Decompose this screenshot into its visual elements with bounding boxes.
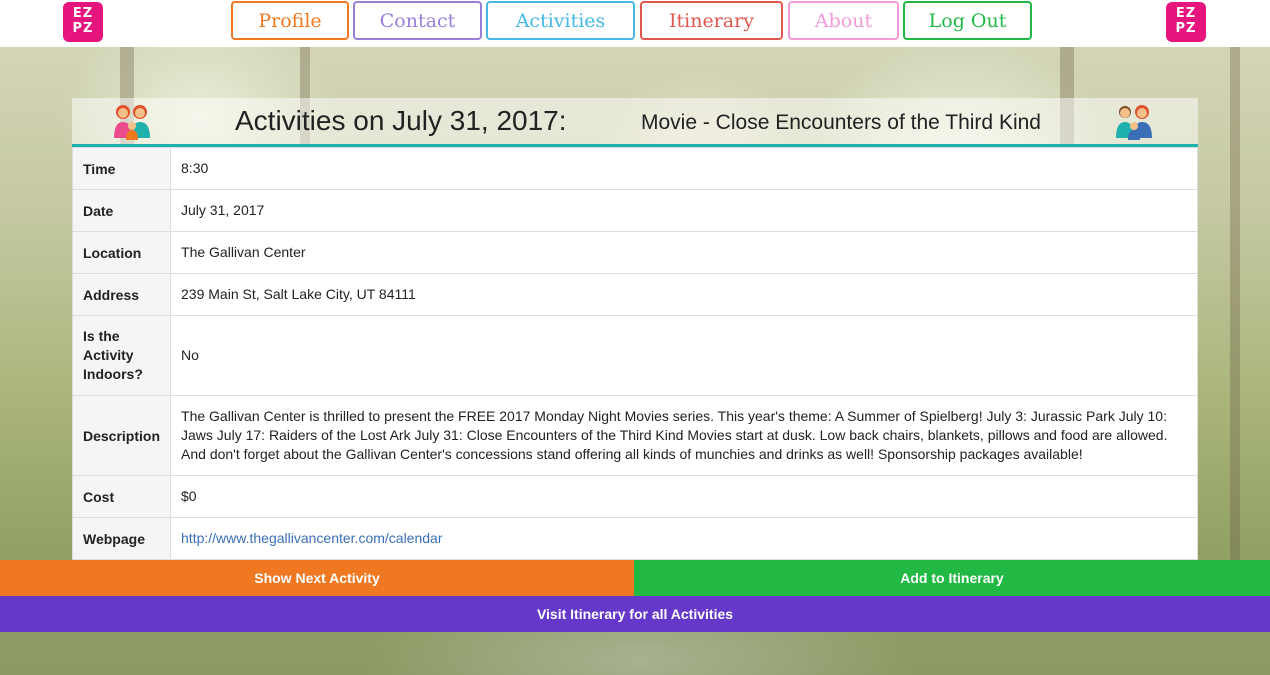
table-row: Is the Activity Indoors? No (71, 315, 1198, 396)
row-value-webpage: http://www.thegallivancenter.com/calenda… (170, 517, 1198, 560)
row-label-date: Date (71, 189, 172, 232)
family-father-children-icon (1116, 105, 1152, 140)
row-value-time: 8:30 (170, 147, 1198, 190)
nav-logout-button[interactable]: Log Out (903, 1, 1032, 40)
row-value-indoors: No (170, 315, 1198, 396)
background-tree (1230, 40, 1240, 560)
row-value-description: The Gallivan Center is thrilled to prese… (170, 395, 1198, 476)
ezpz-logo[interactable]: EZ PZ (63, 2, 103, 42)
table-row: Location The Gallivan Center (71, 231, 1198, 274)
ezpz-logo[interactable]: EZ PZ (1166, 2, 1206, 42)
top-nav-bar: EZ PZ Profile Contact Activities Itinera… (0, 0, 1270, 47)
nav-itinerary-button[interactable]: Itinerary (640, 1, 783, 40)
row-label-address: Address (71, 273, 172, 316)
row-label-location: Location (71, 231, 172, 274)
activity-name-title: Movie - Close Encounters of the Third Ki… (641, 111, 1041, 134)
nav-profile-button[interactable]: Profile (231, 1, 349, 40)
row-value-cost: $0 (170, 475, 1198, 518)
table-row: Cost $0 (71, 475, 1198, 518)
row-label-indoors: Is the Activity Indoors? (71, 315, 172, 396)
row-label-description: Description (71, 395, 172, 476)
logo-text-top: EZ (1175, 6, 1197, 21)
activity-panel: Activities on July 31, 2017: Movie - Clo… (71, 98, 1198, 560)
activities-date-title: Activities on July 31, 2017: (235, 105, 567, 136)
family-mother-children-icon (114, 105, 150, 140)
activity-heading: Activities on July 31, 2017: Movie - Clo… (72, 98, 1198, 145)
webpage-link[interactable]: http://www.thegallivancenter.com/calenda… (181, 530, 442, 546)
logo-text-top: EZ (72, 6, 94, 21)
logo-text-bottom: PZ (72, 21, 94, 36)
visit-itinerary-button[interactable]: Visit Itinerary for all Activities (0, 596, 1270, 632)
row-label-webpage: Webpage (71, 517, 172, 560)
nav-activities-button[interactable]: Activities (486, 1, 635, 40)
row-value-date: July 31, 2017 (170, 189, 1198, 232)
logo-text-bottom: PZ (1175, 21, 1197, 36)
row-label-time: Time (71, 147, 172, 190)
row-value-location: The Gallivan Center (170, 231, 1198, 274)
table-row: Description The Gallivan Center is thril… (71, 395, 1198, 476)
row-value-address: 239 Main St, Salt Lake City, UT 84111 (170, 273, 1198, 316)
nav-contact-button[interactable]: Contact (353, 1, 482, 40)
nav-about-button[interactable]: About (788, 1, 899, 40)
activity-details-table: Time 8:30 Date July 31, 2017 Location Th… (71, 147, 1198, 560)
table-row: Address 239 Main St, Salt Lake City, UT … (71, 273, 1198, 316)
table-row: Webpage http://www.thegallivancenter.com… (71, 517, 1198, 560)
row-label-cost: Cost (71, 475, 172, 518)
table-row: Date July 31, 2017 (71, 189, 1198, 232)
show-next-activity-button[interactable]: Show Next Activity (0, 560, 634, 596)
add-to-itinerary-button[interactable]: Add to Itinerary (634, 560, 1270, 596)
table-row: Time 8:30 (71, 147, 1198, 190)
